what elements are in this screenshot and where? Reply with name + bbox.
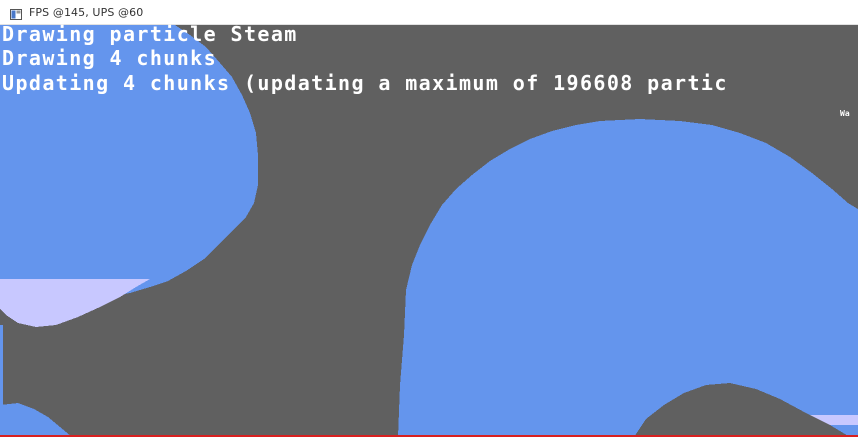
water-strip-left (0, 325, 3, 405)
game-window: FPS @145, UPS @60 Drawing particle Steam… (0, 0, 858, 437)
steam-patch-right (810, 415, 858, 425)
overlay-particle-text: Drawing particle Steam (2, 22, 298, 46)
app-window-icon (10, 7, 22, 20)
game-canvas[interactable]: Drawing particle Steam Drawing 4 chunks … (0, 22, 858, 437)
window-title: FPS @145, UPS @60 (29, 5, 144, 19)
overlay-chunks-drawn-text: Drawing 4 chunks (2, 46, 218, 70)
overlay-chunks-updated-text: Updating 4 chunks (updating a maximum of… (2, 71, 728, 95)
water-blob-right (398, 119, 858, 437)
overlay-corner-label: Wa (840, 109, 850, 118)
steam-patch-left (0, 279, 150, 327)
water-blob-bottom-left (0, 403, 72, 437)
